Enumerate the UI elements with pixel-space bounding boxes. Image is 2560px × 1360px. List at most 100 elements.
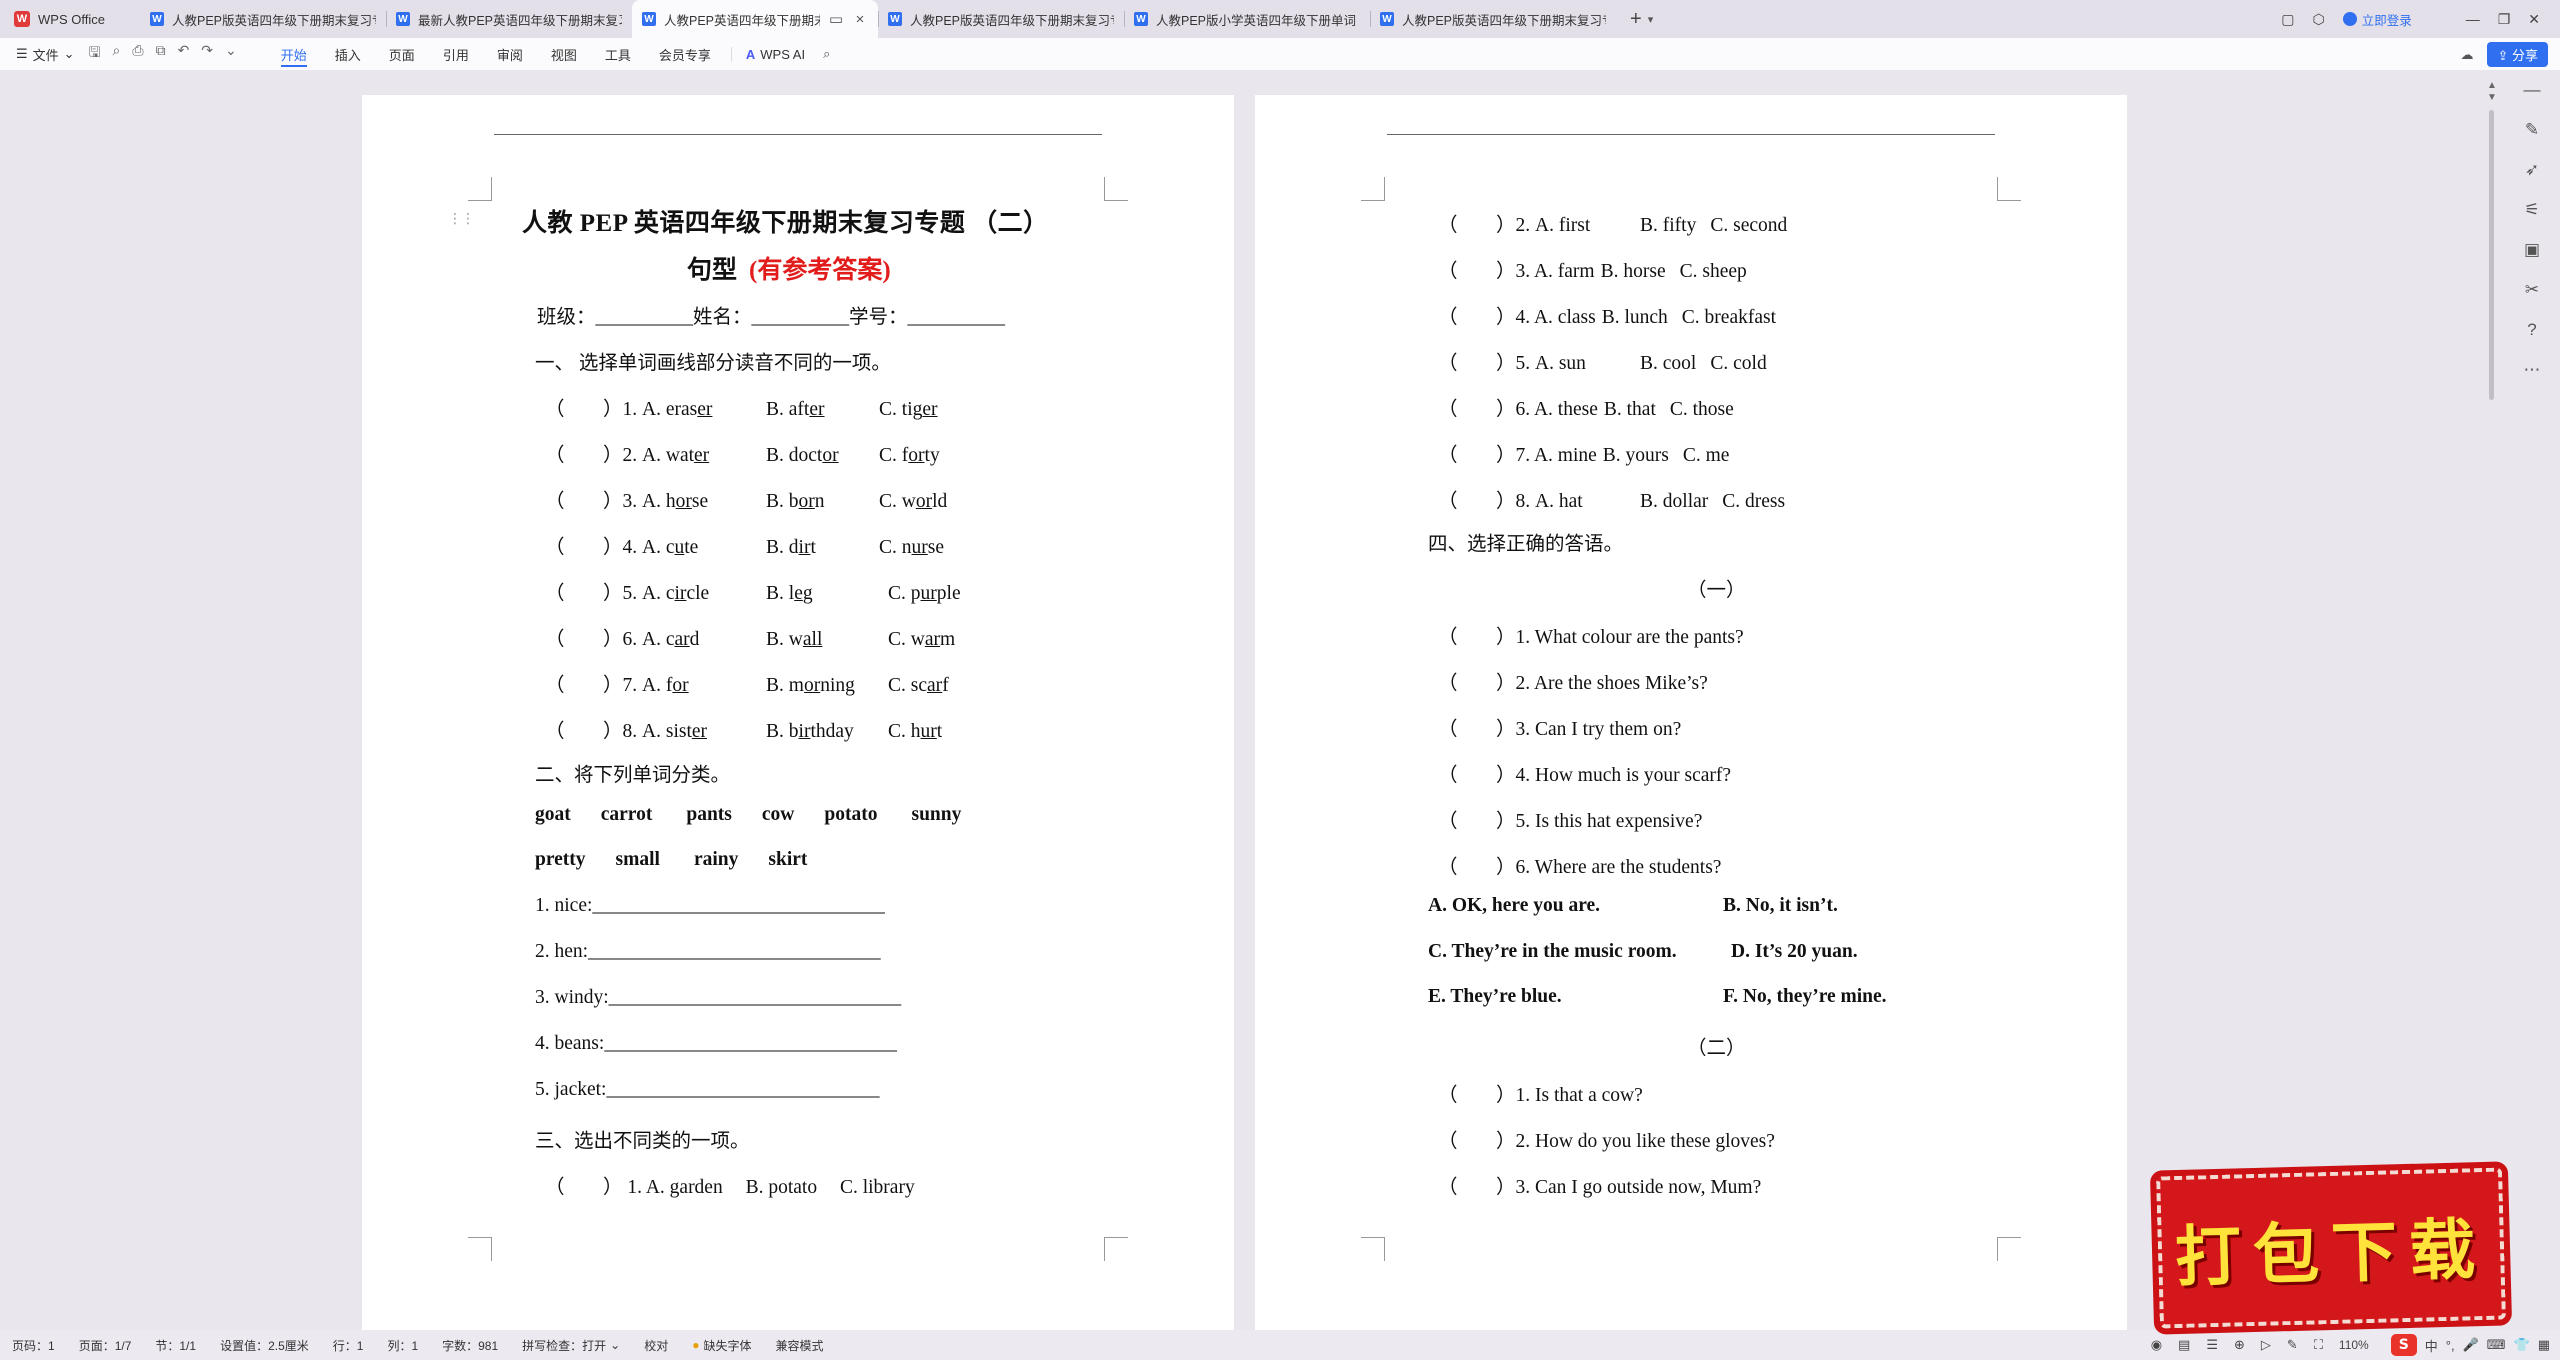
document-tab[interactable]: W 人教PEP版小学英语四年级下册单词	[1124, 0, 1370, 38]
punctuation-icon[interactable]: °,	[2446, 1338, 2455, 1353]
status-section[interactable]: 节：1/1	[143, 1337, 208, 1354]
restore-icon[interactable]: ❐	[2498, 11, 2511, 28]
download-banner[interactable]: 打包下载	[2156, 1167, 2506, 1329]
keyboard-icon[interactable]: ⌨	[2487, 1337, 2506, 1353]
status-spellcheck[interactable]: 拼写检查：打开 ⌄	[510, 1337, 632, 1354]
word-bank-item: goat	[535, 804, 571, 825]
ribbon-tab[interactable]: 审阅	[483, 38, 537, 70]
minimize-icon[interactable]: —	[2466, 11, 2480, 27]
save-icon[interactable]: 🖫	[89, 42, 101, 66]
redo-icon[interactable]: ↷	[201, 42, 213, 66]
document-tab[interactable]: W 人教PEP英语四年级下册期末 ▭ ×	[632, 0, 878, 38]
search-icon[interactable]: ⌕	[819, 46, 830, 62]
status-row[interactable]: 行：1	[321, 1337, 376, 1354]
question-text: 1. What colour are the pants?	[1515, 627, 1744, 648]
print-icon[interactable]: ⎙	[132, 42, 143, 66]
microphone-icon[interactable]: 🎤	[2463, 1337, 2479, 1353]
window-layout-icon[interactable]: ▢	[2281, 11, 2294, 28]
option-letter: C.	[888, 721, 906, 742]
web-view-icon[interactable]: ⊕	[2234, 1337, 2245, 1353]
more-icon[interactable]: ⋯	[2524, 360, 2541, 380]
word-part: ld	[932, 491, 948, 512]
login-button[interactable]: 立即登录	[2342, 10, 2412, 29]
status-missing-font[interactable]: ● 缺失字体	[680, 1337, 763, 1354]
cube-icon[interactable]: ⬡	[2312, 11, 2324, 28]
screen-icon[interactable]: ▭	[828, 10, 844, 28]
ribbon-tab[interactable]: 页面	[375, 38, 429, 70]
ribbon-tab[interactable]: 会员专享	[645, 38, 725, 70]
paragraph-drag-handle-icon[interactable]: ⋮⋮	[448, 211, 475, 227]
sogou-ime-icon[interactable]: S	[2390, 1334, 2417, 1356]
close-window-icon[interactable]: ✕	[2528, 11, 2540, 28]
document-title: 人教 PEP 英语四年级下册期末复习专题 （二）	[522, 210, 1049, 237]
option-a: A. first	[1535, 215, 1591, 236]
cloud-icon[interactable]: ☁	[2460, 47, 2473, 63]
ribbon-tab[interactable]: 引用	[429, 38, 483, 70]
status-setting[interactable]: 设置值：2.5厘米	[208, 1337, 321, 1354]
option-letter: A.	[642, 491, 661, 512]
status-compat[interactable]: 兼容模式	[764, 1337, 836, 1354]
status-wordcount[interactable]: 字数：981	[430, 1337, 510, 1354]
annotate-icon[interactable]: ✎	[2287, 1337, 2298, 1353]
more-chevron-icon[interactable]: ⌄	[225, 42, 237, 66]
status-page[interactable]: 页码：1	[0, 1337, 67, 1354]
ribbon-tab[interactable]: 视图	[537, 38, 591, 70]
scroll-thumb[interactable]	[2489, 110, 2494, 400]
share-button[interactable]: ⇪ 分享	[2487, 42, 2548, 67]
document-tab[interactable]: W 人教PEP版英语四年级下册期末复习专	[1370, 0, 1616, 38]
find-icon[interactable]: ⌕	[113, 42, 121, 66]
skin-icon[interactable]: 👕	[2514, 1337, 2530, 1353]
tab-list-chevron-icon[interactable]: ▾	[1648, 13, 1654, 26]
close-tab-icon[interactable]: ×	[852, 11, 868, 28]
collapse-icon[interactable]: —	[2524, 80, 2541, 100]
scroll-up-icon[interactable]: ▼	[2487, 92, 2497, 103]
answer-paren-close: ）	[1496, 1177, 1516, 1198]
header-rule	[494, 134, 1102, 135]
status-proofread[interactable]: 校对	[632, 1337, 680, 1354]
app-home-tab[interactable]: W WPS Office	[0, 0, 140, 38]
word-bank-item: pants	[686, 804, 732, 825]
document-tab[interactable]: W 人教PEP版英语四年级下册期末复习专	[140, 0, 386, 38]
ribbon-tab[interactable]: 工具	[591, 38, 645, 70]
zoom-level[interactable]: 110%	[2339, 1338, 2369, 1352]
image-tool-icon[interactable]: ▣	[2524, 240, 2540, 260]
document-page-2[interactable]: （）2. A. first B. fifty C. second （）3. A. fa…	[1255, 95, 2127, 1331]
question-row: （ ）3. A. farm B. horse C. sheep	[1438, 254, 1747, 283]
wps-ai-button[interactable]: A WPS AI	[730, 46, 819, 62]
page-view-icon[interactable]: ▤	[2178, 1337, 2190, 1353]
status-pages[interactable]: 页面：1/7	[67, 1337, 144, 1354]
ime-language-label[interactable]: 中	[2425, 1336, 2438, 1355]
vertical-scrollbar[interactable]: ▲ ▼	[2485, 80, 2499, 1330]
file-menu[interactable]: ☰ 文件 ⌄	[0, 45, 89, 64]
help-icon[interactable]: ?	[2527, 320, 2536, 340]
new-tab-icon[interactable]: +	[1630, 8, 1642, 31]
document-tab[interactable]: W 最新人教PEP英语四年级下册期末复习	[386, 0, 632, 38]
print-preview-icon[interactable]: ⧉	[156, 42, 166, 66]
tools-icon[interactable]: ✂	[2525, 280, 2539, 300]
fit-page-icon[interactable]: ⛶	[2314, 1337, 2323, 1353]
play-icon[interactable]: ▷	[2261, 1337, 2271, 1353]
subtitle-note: (有参考答案)	[749, 257, 891, 284]
margin-corner-mark	[468, 1237, 492, 1261]
subtitle-text: 句型	[687, 257, 738, 284]
document-tab[interactable]: W 人教PEP版英语四年级下册期末复习专	[878, 0, 1124, 38]
pen-icon[interactable]: ✎	[2525, 120, 2539, 140]
ribbon-tab[interactable]: 插入	[321, 38, 375, 70]
undo-icon[interactable]: ↶	[178, 42, 190, 66]
answer-paren-close: ）	[603, 537, 623, 558]
wps-logo-icon: W	[14, 11, 30, 27]
status-right: ◉ ▤ ☰ ⊕ ▷ ✎ ⛶ 110% S 中 °, 🎤 ⌨ 👕 ▦	[2151, 1330, 2550, 1360]
outline-view-icon[interactable]: ☰	[2206, 1337, 2218, 1353]
answer-option: D. It’s 20 yuan.	[1731, 941, 1858, 962]
document-page-1[interactable]: ⋮⋮ 人教 PEP 英语四年级下册期末复习专题 （二） 句型 (有参考答案) 班级…	[362, 95, 1234, 1331]
word-bank-row-2: pretty small rainy skirt	[535, 849, 807, 871]
pointer-icon[interactable]: ➶	[2525, 160, 2539, 180]
word-bank-item: cow	[761, 804, 795, 825]
eye-protection-icon[interactable]: ◉	[2151, 1337, 2162, 1353]
settings-sliders-icon[interactable]: ⚟	[2524, 200, 2539, 220]
scroll-up-icon[interactable]: ▲	[2487, 80, 2497, 91]
toolbox-icon[interactable]: ▦	[2538, 1337, 2550, 1353]
ribbon-tab[interactable]: 开始	[267, 38, 321, 70]
status-col[interactable]: 列：1	[375, 1337, 430, 1354]
answer-option: F. No, they’re mine.	[1723, 986, 1887, 1007]
